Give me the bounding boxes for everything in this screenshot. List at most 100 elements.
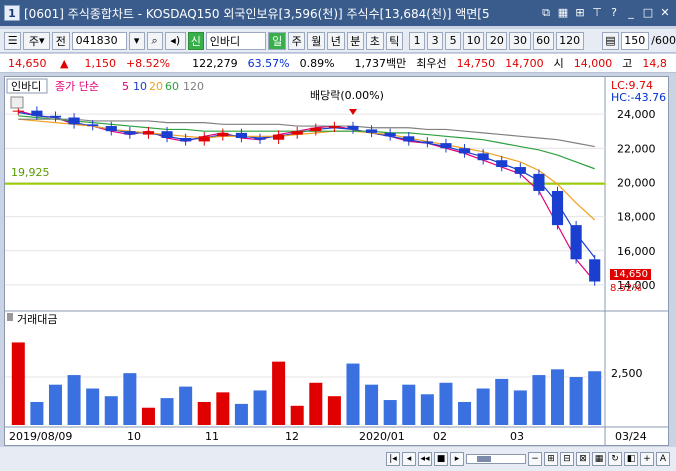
view-icon[interactable]: ◧: [624, 452, 638, 466]
volume-bar[interactable]: [197, 401, 211, 425]
period-second-button[interactable]: 초: [366, 31, 384, 50]
volume-bar[interactable]: [551, 369, 565, 425]
volume-bar[interactable]: [346, 363, 360, 425]
candle-body[interactable]: [440, 143, 452, 149]
volume-bar[interactable]: [86, 388, 100, 425]
candle-body[interactable]: [384, 132, 396, 137]
prefix-button[interactable]: 전: [52, 31, 70, 50]
period-minute-button[interactable]: 분: [346, 31, 365, 50]
candle-body[interactable]: [12, 110, 24, 112]
candle-body[interactable]: [68, 117, 80, 125]
interval-120-button[interactable]: 120: [555, 31, 584, 50]
volume-bar[interactable]: [48, 384, 62, 425]
pin-icon[interactable]: ⊤: [590, 6, 604, 20]
candle-body[interactable]: [291, 131, 303, 135]
volume-bar[interactable]: [383, 400, 397, 425]
next-icon[interactable]: ▸: [450, 452, 464, 466]
candle-body[interactable]: [477, 153, 489, 161]
stop-icon[interactable]: ■: [434, 452, 448, 466]
interval-5-button[interactable]: 5: [445, 31, 462, 50]
volume-bar[interactable]: [569, 377, 583, 425]
refresh-icon[interactable]: ↻: [608, 452, 622, 466]
zoom-in-icon[interactable]: +: [640, 452, 654, 466]
scrollbar[interactable]: [466, 454, 526, 464]
volume-bar[interactable]: [309, 382, 323, 425]
candle-body[interactable]: [273, 134, 285, 140]
period-month-button[interactable]: 월: [307, 31, 325, 50]
tool-icon[interactable]: ⊠: [576, 452, 590, 466]
volume-bar[interactable]: [420, 394, 434, 425]
candle-body[interactable]: [254, 138, 266, 140]
candle-body[interactable]: [180, 138, 192, 142]
link-icon[interactable]: ⧉: [539, 6, 553, 20]
candle-body[interactable]: [49, 115, 62, 118]
candle-body[interactable]: [514, 167, 526, 174]
candle-body[interactable]: [366, 129, 378, 133]
volume-bar[interactable]: [253, 390, 267, 425]
layout-icon[interactable]: ▦: [592, 452, 606, 466]
candle-body[interactable]: [421, 141, 433, 144]
volume-bar[interactable]: [476, 388, 490, 425]
data-icon[interactable]: ▤: [601, 31, 620, 50]
chart-area[interactable]: 24,000 22,000 20,000 18,000 16,000 14,000 인바디…: [4, 76, 669, 446]
rewind-icon[interactable]: ◂◂: [418, 452, 432, 466]
period-week-button[interactable]: 주: [287, 31, 306, 50]
candle-body[interactable]: [198, 136, 210, 142]
minimize-icon[interactable]: _: [624, 6, 638, 20]
candle-body[interactable]: [458, 148, 471, 154]
volume-bar[interactable]: [272, 361, 286, 425]
candle-body[interactable]: [310, 127, 322, 132]
candle-body[interactable]: [496, 160, 508, 168]
candle-body[interactable]: [217, 132, 229, 137]
speaker-icon[interactable]: ◂): [164, 31, 186, 50]
count-input[interactable]: 150: [621, 31, 650, 50]
volume-bar[interactable]: [123, 373, 137, 425]
candle-body[interactable]: [589, 259, 601, 282]
candle-body[interactable]: [235, 132, 247, 138]
interval-1-button[interactable]: 1: [409, 31, 426, 50]
candle-body[interactable]: [105, 126, 117, 132]
volume-bar[interactable]: [513, 390, 527, 425]
compare-icon[interactable]: ⊟: [560, 452, 574, 466]
grid-toggle-icon[interactable]: [10, 96, 24, 109]
settings-icon[interactable]: ☰: [4, 31, 22, 50]
volume-bar[interactable]: [234, 403, 248, 425]
volume-bar[interactable]: [67, 375, 81, 425]
candle-body[interactable]: [142, 131, 155, 135]
volume-bar[interactable]: [495, 378, 509, 425]
period-tick-button[interactable]: 틱: [385, 31, 404, 50]
help-icon[interactable]: ?: [607, 6, 621, 20]
volume-bar[interactable]: [588, 371, 602, 425]
chart-icon[interactable]: ⊞: [573, 6, 587, 20]
market-select[interactable]: 주 ▾: [23, 31, 51, 50]
volume-bar[interactable]: [290, 405, 304, 425]
candle-body[interactable]: [87, 124, 99, 127]
grid-icon[interactable]: ▦: [556, 6, 570, 20]
interval-3-button[interactable]: 3: [427, 31, 444, 50]
price-pane[interactable]: [5, 77, 605, 309]
maximize-icon[interactable]: □: [641, 6, 655, 20]
period-year-button[interactable]: 년: [327, 31, 345, 50]
volume-bar[interactable]: [402, 384, 416, 425]
scroll-thumb[interactable]: [477, 456, 491, 462]
volume-bar[interactable]: [532, 375, 546, 425]
volume-bar[interactable]: [104, 396, 118, 425]
stock-code-input[interactable]: 041830: [71, 31, 127, 50]
candle-body[interactable]: [533, 173, 545, 191]
prev-icon[interactable]: ◂: [402, 452, 416, 466]
volume-bar[interactable]: [160, 398, 174, 425]
candle-body[interactable]: [403, 136, 415, 142]
volume-bar[interactable]: [458, 401, 472, 425]
candle-body[interactable]: [328, 126, 340, 128]
period-day-button[interactable]: 일: [268, 31, 286, 50]
text-icon[interactable]: A: [656, 452, 670, 466]
zoom-out-icon[interactable]: −: [528, 452, 542, 466]
volume-bar[interactable]: [439, 382, 453, 425]
first-icon[interactable]: |◂: [386, 452, 400, 466]
candle-body[interactable]: [31, 110, 43, 116]
interval-30-button[interactable]: 30: [509, 31, 531, 50]
interval-20-button[interactable]: 20: [486, 31, 508, 50]
volume-bar[interactable]: [30, 401, 44, 425]
candle-body[interactable]: [161, 131, 173, 138]
interval-10-button[interactable]: 10: [463, 31, 485, 50]
